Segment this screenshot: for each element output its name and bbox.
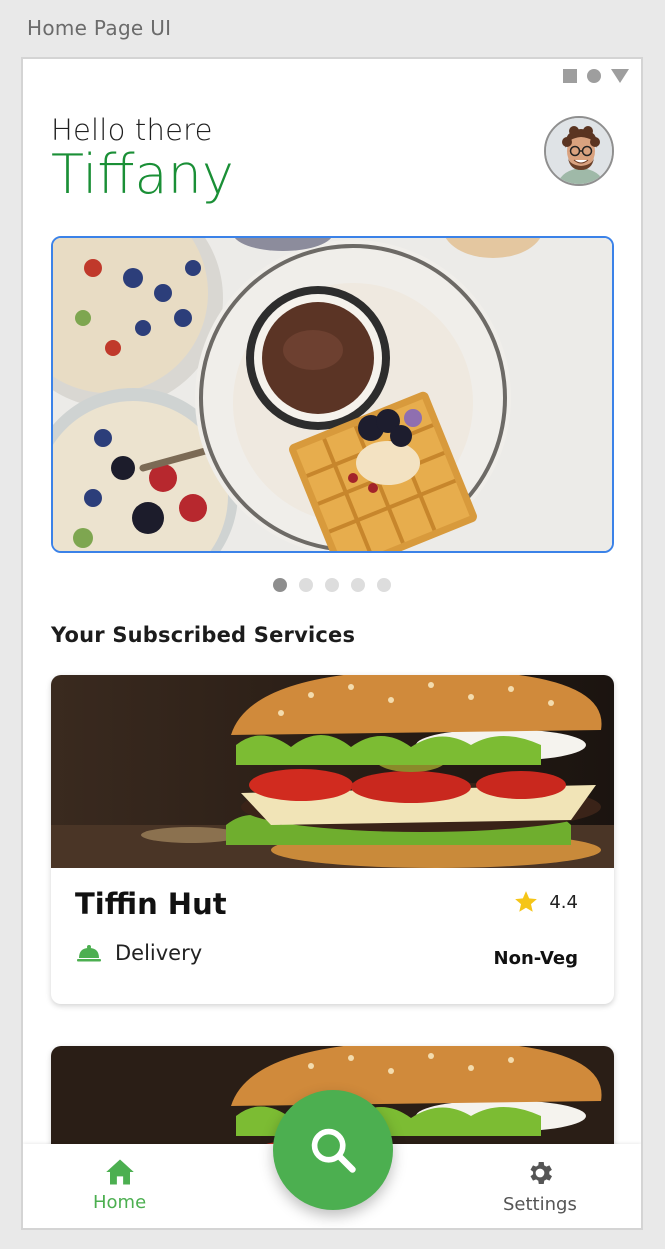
banner-image xyxy=(53,238,612,551)
section-title: Your Subscribed Services xyxy=(51,623,356,647)
home-circle-icon xyxy=(587,69,601,83)
service-type: Delivery xyxy=(77,941,202,965)
greeting-text: Hello there xyxy=(51,113,213,147)
rating-value: 4.4 xyxy=(549,891,578,913)
recent-apps-icon xyxy=(563,69,577,83)
star-icon xyxy=(515,891,538,912)
carousel-dot[interactable] xyxy=(299,578,313,592)
back-triangle-icon xyxy=(611,69,629,83)
user-name: Tiffany xyxy=(51,143,234,206)
status-bar xyxy=(563,69,629,83)
search-icon xyxy=(311,1128,356,1173)
carousel-dot[interactable] xyxy=(325,578,339,592)
promo-banner[interactable] xyxy=(51,236,614,553)
avatar-image xyxy=(546,118,612,184)
nav-home-label: Home xyxy=(93,1192,147,1213)
carousel-indicator xyxy=(23,578,641,592)
greeting: Hello there Tiffany xyxy=(51,113,234,204)
food-type: Non-Veg xyxy=(493,948,578,969)
carousel-dot[interactable] xyxy=(377,578,391,592)
rating: 4.4 xyxy=(513,889,578,915)
search-button[interactable] xyxy=(273,1090,393,1210)
service-name: Tiffin Hut xyxy=(75,887,227,921)
phone-screen: Hello there Tiffany Your Subscribed Serv… xyxy=(21,57,643,1230)
avatar[interactable] xyxy=(544,116,614,186)
service-type-label: Delivery xyxy=(115,941,203,965)
carousel-dot[interactable] xyxy=(273,578,287,592)
nav-settings-label: Settings xyxy=(503,1194,577,1215)
service-image xyxy=(51,675,614,868)
frame-title: Home Page UI xyxy=(27,16,172,40)
nav-home[interactable]: Home xyxy=(93,1158,146,1213)
nav-settings[interactable]: Settings xyxy=(503,1158,577,1215)
carousel-dot[interactable] xyxy=(351,578,365,592)
gear-icon xyxy=(530,1162,552,1184)
cloche-icon xyxy=(77,945,101,962)
home-icon xyxy=(105,1159,134,1185)
service-card[interactable]: Tiffin Hut 4.4 Delivery Non-Veg xyxy=(51,675,614,1004)
